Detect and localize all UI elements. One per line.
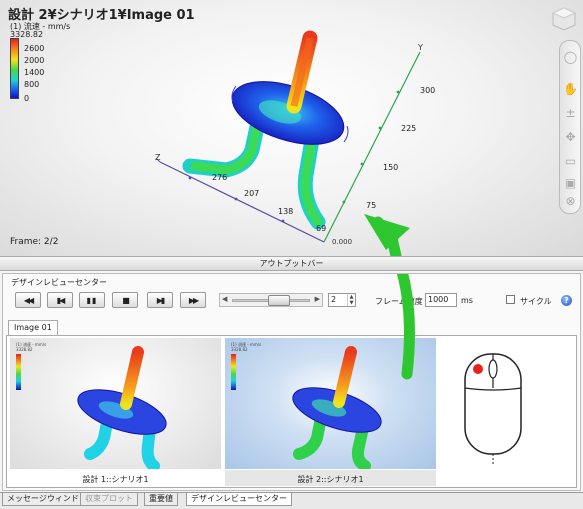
design-2-thumbnail[interactable]: (1) 流速 - mm/s 3328.82 [225,338,436,469]
mini-legend-max: 3328.82 [16,347,33,352]
frame-rate-input[interactable]: 1000 [425,293,457,307]
fast-forward-button[interactable]: ▶▶ [180,292,206,308]
frame-rate-label: フレーム速度 [375,297,423,306]
y-tick: 150 [383,163,398,172]
z-axis-label: Z [155,153,161,162]
design-2-label: 設計 2::シナリオ1 [297,475,364,484]
view-cube-icon[interactable] [551,6,577,32]
cycle-checkbox[interactable] [506,295,515,304]
rotate-icon[interactable]: ⊗ [563,193,578,208]
pan-hand-icon[interactable]: ✋ [563,81,578,96]
step-back-button[interactable]: ▮◀ [47,292,73,308]
pause-icon: ▮▮ [86,295,98,305]
slider-thumb[interactable] [268,295,290,306]
origin-label: 0.000 [332,238,352,246]
output-bar-header[interactable]: アウトプットバー [0,256,583,271]
spinner-arrows-icon[interactable]: ▲ ▼ [347,294,355,306]
step-back-icon: ▮◀ [56,295,65,305]
steering-wheel-icon[interactable]: ◯ [563,49,578,64]
panel-title: デザインレビューセンター [11,278,107,287]
mouse-hint-panel [441,338,574,469]
z-tick: 69 [316,224,326,233]
orbit-icon[interactable]: ✥ [563,129,578,144]
tab-design-review-center[interactable]: デザインレビューセンター [186,493,292,506]
playback-toolbar: ◀◀ ▮◀ ▮▮ ■ ▶▮ ▶▶ ◀ ▶ 2 ▲ ▼ フレーム速度 1000 ms… [9,289,578,311]
mouse-icon [464,353,522,464]
tab-image-01[interactable]: Image 01 [8,320,58,335]
slider-left-arrow-icon[interactable]: ◀ [222,295,227,303]
tab-convergence-plot[interactable]: 収束プロット [80,493,138,506]
stop-button[interactable]: ■ [112,292,138,308]
tab-message-window[interactable]: メッセージウィンドウ [2,493,92,506]
step-forward-button[interactable]: ▶▮ [147,292,173,308]
3d-viewport[interactable]: 設計 2¥シナリオ1¥Image 01 (1) 流速 - mm/s 3328.8… [0,0,583,256]
y-tick: 225 [401,124,416,133]
stop-icon: ■ [122,295,129,305]
design-1-thumbnail[interactable]: (1) 流速 - mm/s 3328.82 [10,338,221,469]
y-axis-line [323,51,421,243]
mini-legend-max: 3328.82 [231,347,248,352]
flow-model-render: Y Z 300 225 150 75 276 207 138 69 0.000 [155,30,435,246]
look-at-icon[interactable]: ▭ [563,153,578,168]
frame-counter: Frame: 2/2 [10,237,59,247]
cycle-label: サイクル [520,297,552,306]
thumbnail-area: (1) 流速 - mm/s 3328.82 設計 1::シナリオ1 (1) 流速… [6,335,577,488]
frame-spinner[interactable]: 2 ▲ ▼ [328,293,356,307]
slider-right-arrow-icon[interactable]: ▶ [315,295,320,303]
z-tick: 207 [244,189,259,198]
frame-rate-unit: ms [461,296,473,305]
help-icon[interactable]: ? [561,295,572,306]
y-tick: 75 [366,201,376,210]
tab-critical-values[interactable]: 重要値 [144,493,178,506]
rewind-icon: ◀◀ [23,295,34,305]
pause-button[interactable]: ▮▮ [79,292,105,308]
bottom-tab-strip: メッセージウィンドウ 収束プロット 重要値 デザインレビューセンター [0,492,583,509]
y-axis-label: Y [417,43,423,52]
step-forward-icon: ▶▮ [156,295,165,305]
fast-forward-icon: ▶▶ [188,295,199,305]
rewind-button[interactable]: ◀◀ [15,292,41,308]
design-1-label: 設計 1::シナリオ1 [82,475,149,484]
z-tick: 276 [212,173,227,182]
fit-view-icon[interactable]: ▣ [563,175,578,190]
navigation-bar: ◯ ✋ ± ✥ ▭ ▣ ⊗ [559,40,581,214]
design-review-center-panel: デザインレビューセンター ◀◀ ▮◀ ▮▮ ■ ▶▮ ▶▶ ◀ ▶ 2 ▲ ▼ フ… [2,273,581,491]
zoom-icon[interactable]: ± [563,105,578,120]
z-tick: 138 [278,207,293,216]
y-tick: 300 [420,86,435,95]
frame-slider[interactable]: ◀ ▶ [219,293,323,307]
